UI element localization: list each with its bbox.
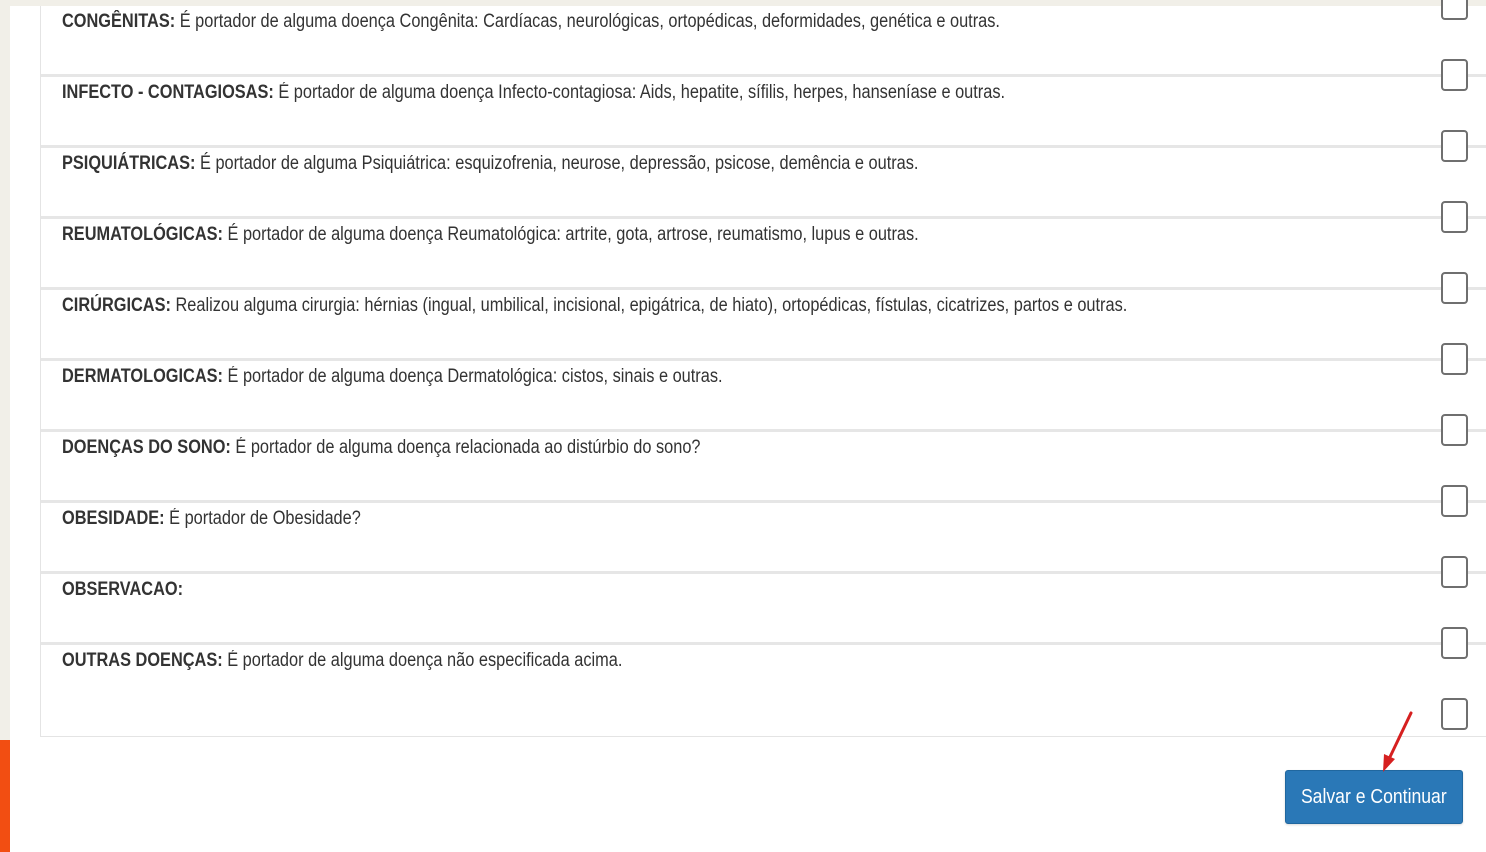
row-label: PSIQUIÁTRICAS:: [62, 153, 196, 174]
row-text: REUMATOLÓGICAS: É portador de alguma doe…: [62, 224, 919, 246]
row-text: DOENÇAS DO SONO: É portador de alguma do…: [62, 437, 701, 459]
checkbox-congenitas[interactable]: [1441, 59, 1468, 91]
form-row-obesidade: OBESIDADE: É portador de Obesidade?: [41, 500, 1486, 571]
checkbox-obesidade[interactable]: [1441, 556, 1468, 588]
form-row-doencas-do-sono: DOENÇAS DO SONO: É portador de alguma do…: [41, 429, 1486, 500]
row-label: CIRÚRGICAS:: [62, 295, 171, 316]
form-row-observacao: OBSERVACAO:: [41, 571, 1486, 642]
form-row-dermatologicas: DERMATOLOGICAS: É portador de alguma doe…: [41, 358, 1486, 429]
row-text: OBESIDADE: É portador de Obesidade?: [62, 508, 361, 530]
row-text: CONGÊNITAS: É portador de alguma doença …: [62, 11, 1000, 33]
row-text: DERMATOLOGICAS: É portador de alguma doe…: [62, 366, 723, 388]
save-and-continue-label: Salvar e Continuar: [1301, 785, 1447, 808]
row-description: É portador de alguma doença Dermatológic…: [222, 366, 723, 387]
row-text: CIRÚRGICAS: Realizou alguma cirurgia: hé…: [62, 295, 1127, 317]
row-description: É portador de alguma doença Reumatológic…: [222, 224, 919, 245]
checkbox-doencas-do-sono[interactable]: [1441, 485, 1468, 517]
checkbox-partial-top[interactable]: [1441, 0, 1468, 20]
form-row-infecto-contagiosas: INFECTO - CONTAGIOSAS: É portador de alg…: [41, 74, 1486, 145]
form-row-congenitas: CONGÊNITAS: É portador de alguma doença …: [41, 6, 1486, 77]
form-row-cirurgicas: CIRÚRGICAS: Realizou alguma cirurgia: hé…: [41, 287, 1486, 358]
row-label: OUTRAS DOENÇAS:: [62, 650, 223, 671]
row-text: OUTRAS DOENÇAS: É portador de alguma doe…: [62, 650, 622, 672]
checkbox-infecto-contagiosas[interactable]: [1441, 130, 1468, 162]
checkbox-outras-doencas[interactable]: [1441, 698, 1468, 730]
row-description: É portador de alguma Psiquiátrica: esqui…: [195, 153, 919, 174]
checkbox-observacao[interactable]: [1441, 627, 1468, 659]
row-label: DOENÇAS DO SONO:: [62, 437, 231, 458]
checkbox-reumatologicas[interactable]: [1441, 272, 1468, 304]
form-row-outras-doencas: OUTRAS DOENÇAS: É portador de alguma doe…: [41, 642, 1486, 713]
row-text: OBSERVACAO:: [62, 579, 183, 601]
row-description: É portador de alguma doença não especifi…: [222, 650, 623, 671]
form-row-reumatologicas: REUMATOLÓGICAS: É portador de alguma doe…: [41, 216, 1486, 287]
row-text: INFECTO - CONTAGIOSAS: É portador de alg…: [62, 82, 1005, 104]
slide-accent-bar: [0, 740, 10, 852]
row-description: É portador de Obesidade?: [164, 508, 361, 529]
left-margin: [0, 0, 10, 740]
checkbox-dermatologicas[interactable]: [1441, 414, 1468, 446]
row-label: INFECTO - CONTAGIOSAS:: [62, 82, 274, 103]
form-row-psiquiatricas: PSIQUIÁTRICAS: É portador de alguma Psiq…: [41, 145, 1486, 216]
save-and-continue-button[interactable]: Salvar e Continuar: [1285, 770, 1463, 824]
row-label: OBESIDADE:: [62, 508, 165, 529]
row-description: Realizou alguma cirurgia: hérnias (ingua…: [170, 295, 1128, 316]
row-label: DERMATOLOGICAS:: [62, 366, 223, 387]
row-label: CONGÊNITAS:: [62, 11, 176, 32]
row-description: É portador de alguma doença relacionada …: [230, 437, 701, 458]
medical-history-form: CONGÊNITAS: É portador de alguma doença …: [40, 0, 1486, 737]
checkbox-cirurgicas[interactable]: [1441, 343, 1468, 375]
row-text: PSIQUIÁTRICAS: É portador de alguma Psiq…: [62, 153, 918, 175]
checkbox-psiquiatricas[interactable]: [1441, 201, 1468, 233]
row-description: É portador de alguma doença Infecto-cont…: [273, 82, 1006, 103]
row-description: É portador de alguma doença Congênita: C…: [175, 11, 1000, 32]
row-label: OBSERVACAO:: [62, 579, 184, 600]
row-label: REUMATOLÓGICAS:: [62, 224, 223, 245]
